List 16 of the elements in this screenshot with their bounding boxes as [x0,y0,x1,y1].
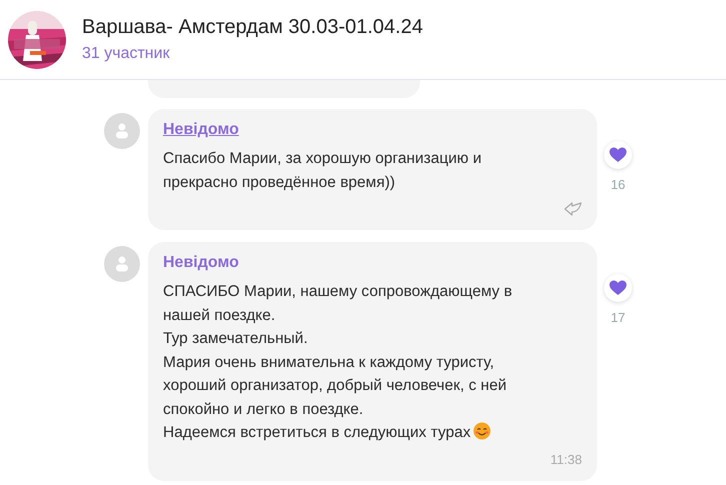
member-count[interactable]: 31 участник [82,45,423,63]
reaction-count: 16 [610,177,626,192]
heart-reaction-button[interactable] [604,141,632,169]
message-time: 11:38 [550,452,582,467]
user-avatar-icon[interactable] [104,246,140,282]
user-avatar-icon[interactable] [104,113,140,149]
heart-reaction-button[interactable] [604,274,632,302]
reaction-count: 17 [610,310,626,325]
message-text: Спасибо Марии, за хорошую организацию и прекрасно проведённое время)) [163,150,482,190]
chat-title: Варшава- Амстердам 30.03-01.04.24 [82,16,423,39]
reply-icon[interactable] [564,202,582,216]
heart-icon [609,147,627,163]
sender-name[interactable]: Невідомо [163,254,239,272]
heart-icon [609,280,627,296]
message-text: СПАСИБО Марии, нашему сопровождающему в нашей поездке. Тур замечательный. Мария очень внимательна к каждому туристу, хороший организатор, добрый человечек, с ней спокойно и легко в поездке. Надеемся встретиться в следующих турах [163,283,512,441]
sender-name[interactable]: Невідомо [163,121,239,139]
